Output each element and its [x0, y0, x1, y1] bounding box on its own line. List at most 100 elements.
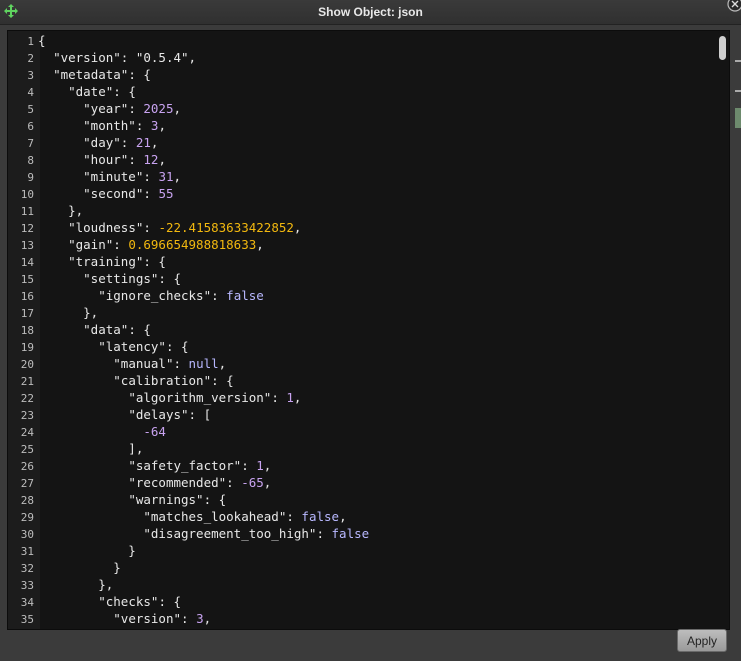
code-line: 33 },: [8, 576, 369, 593]
code-line: 15 "settings": {: [8, 270, 369, 287]
code-line: 7 "day": 21,: [8, 134, 369, 151]
code-token: :: [316, 526, 332, 541]
code-line: 2 "version": "0.5.4",: [8, 49, 369, 66]
code-token: 55: [158, 186, 174, 201]
line-number: 10: [20, 188, 34, 201]
code-token: : {: [128, 322, 151, 337]
code-token: "gain": [68, 237, 114, 252]
line-number: 8: [27, 154, 34, 167]
code-line: 5 "year": 2025,: [8, 100, 369, 117]
code-token: : {: [128, 67, 151, 82]
code-token: 31: [158, 169, 174, 184]
code-token: ,: [293, 390, 302, 405]
code-text: }: [38, 543, 136, 558]
line-number: 21: [20, 375, 34, 388]
code-token: },: [38, 577, 114, 592]
code-token: ,: [158, 152, 166, 167]
code-line: 22 "algorithm_version": 1,: [8, 389, 369, 406]
code-text: "date": {: [38, 84, 136, 99]
window-title: Show Object: json: [318, 5, 423, 19]
code-line: 17 },: [8, 304, 369, 321]
line-number: 25: [20, 443, 34, 456]
code-token: :: [211, 288, 227, 303]
line-number: 29: [20, 511, 34, 524]
line-number: 26: [20, 460, 34, 473]
code-token: "year": [83, 101, 129, 116]
code-token: "month": [83, 118, 136, 133]
code-token: "recommended": [128, 475, 227, 490]
code-token: ,: [293, 220, 302, 235]
code-text: "loudness": -22.41583633422852,: [38, 220, 301, 235]
line-number: 6: [27, 120, 34, 133]
apply-button[interactable]: Apply: [677, 629, 727, 652]
code-text: },: [38, 577, 113, 592]
code-text: "delays": [: [38, 407, 211, 422]
code-token: "version": [113, 611, 181, 626]
code-token: "settings": [83, 271, 159, 286]
code-text: "second": 55: [38, 186, 174, 201]
code-token: 12: [143, 152, 159, 167]
code-line: 11 },: [8, 202, 369, 219]
code-token: : {: [143, 254, 166, 269]
code-line: 31 }: [8, 542, 369, 559]
code-line: 1{: [8, 32, 369, 49]
code-token: "0.5.4": [135, 50, 189, 65]
code-line: 21 "calibration": {: [8, 372, 369, 389]
code-text: "version": "0.5.4",: [38, 50, 196, 65]
code-text: "algorithm_version": 1,: [38, 390, 301, 405]
code-line: 20 "manual": null,: [8, 355, 369, 372]
code-token: 0.696654988818633: [128, 237, 257, 252]
vertical-scrollbar[interactable]: [717, 31, 729, 629]
code-token: ],: [38, 441, 144, 456]
code-token: },: [38, 305, 99, 320]
json-code-editor[interactable]: 1{2 "version": "0.5.4", 3 "metadata": {4 …: [7, 30, 730, 630]
code-token: :: [173, 356, 189, 371]
code-text: "matches_lookahead": false,: [38, 509, 346, 524]
code-line: 35 "version": 3,: [8, 610, 369, 627]
code-line: 14 "training": {: [8, 253, 369, 270]
code-token: : {: [158, 594, 182, 609]
code-token: : [: [188, 407, 212, 422]
code-token: :: [181, 611, 197, 626]
code-token: "date": [68, 84, 114, 99]
code-line: 28 "warnings": {: [8, 491, 369, 508]
code-token: 3: [196, 611, 204, 626]
line-number: 4: [27, 86, 34, 99]
background-window-edge: [735, 60, 741, 128]
close-icon[interactable]: [727, 0, 741, 12]
code-token: : {: [158, 271, 181, 286]
code-token: : {: [165, 339, 189, 354]
object-window: Show Object: json 1{2 "version": "0.5.4"…: [0, 0, 741, 661]
code-token: ,: [158, 118, 166, 133]
code-token: :: [128, 101, 144, 116]
code-text: "manual": null,: [38, 356, 226, 371]
code-token: "algorithm_version": [128, 390, 272, 405]
code-token: "safety_factor": [128, 458, 242, 473]
code-token: false: [301, 509, 340, 524]
code-text: "minute": 31,: [38, 169, 181, 184]
code-line: 26 "safety_factor": 1,: [8, 457, 369, 474]
code-text: "data": {: [38, 322, 151, 337]
line-number: 13: [20, 239, 34, 252]
code-token: "second": [83, 186, 144, 201]
code-token: :: [135, 118, 151, 133]
title-bar[interactable]: Show Object: json: [0, 0, 741, 25]
code-text: "training": {: [38, 254, 166, 269]
code-text: "safety_factor": 1,: [38, 458, 271, 473]
line-number: 35: [20, 613, 34, 626]
code-token: ,: [263, 475, 272, 490]
code-token: "day": [83, 135, 121, 150]
line-number: 28: [20, 494, 34, 507]
code-text: -64: [38, 424, 166, 439]
code-token: : {: [211, 373, 234, 388]
scrollbar-thumb[interactable]: [719, 36, 726, 60]
